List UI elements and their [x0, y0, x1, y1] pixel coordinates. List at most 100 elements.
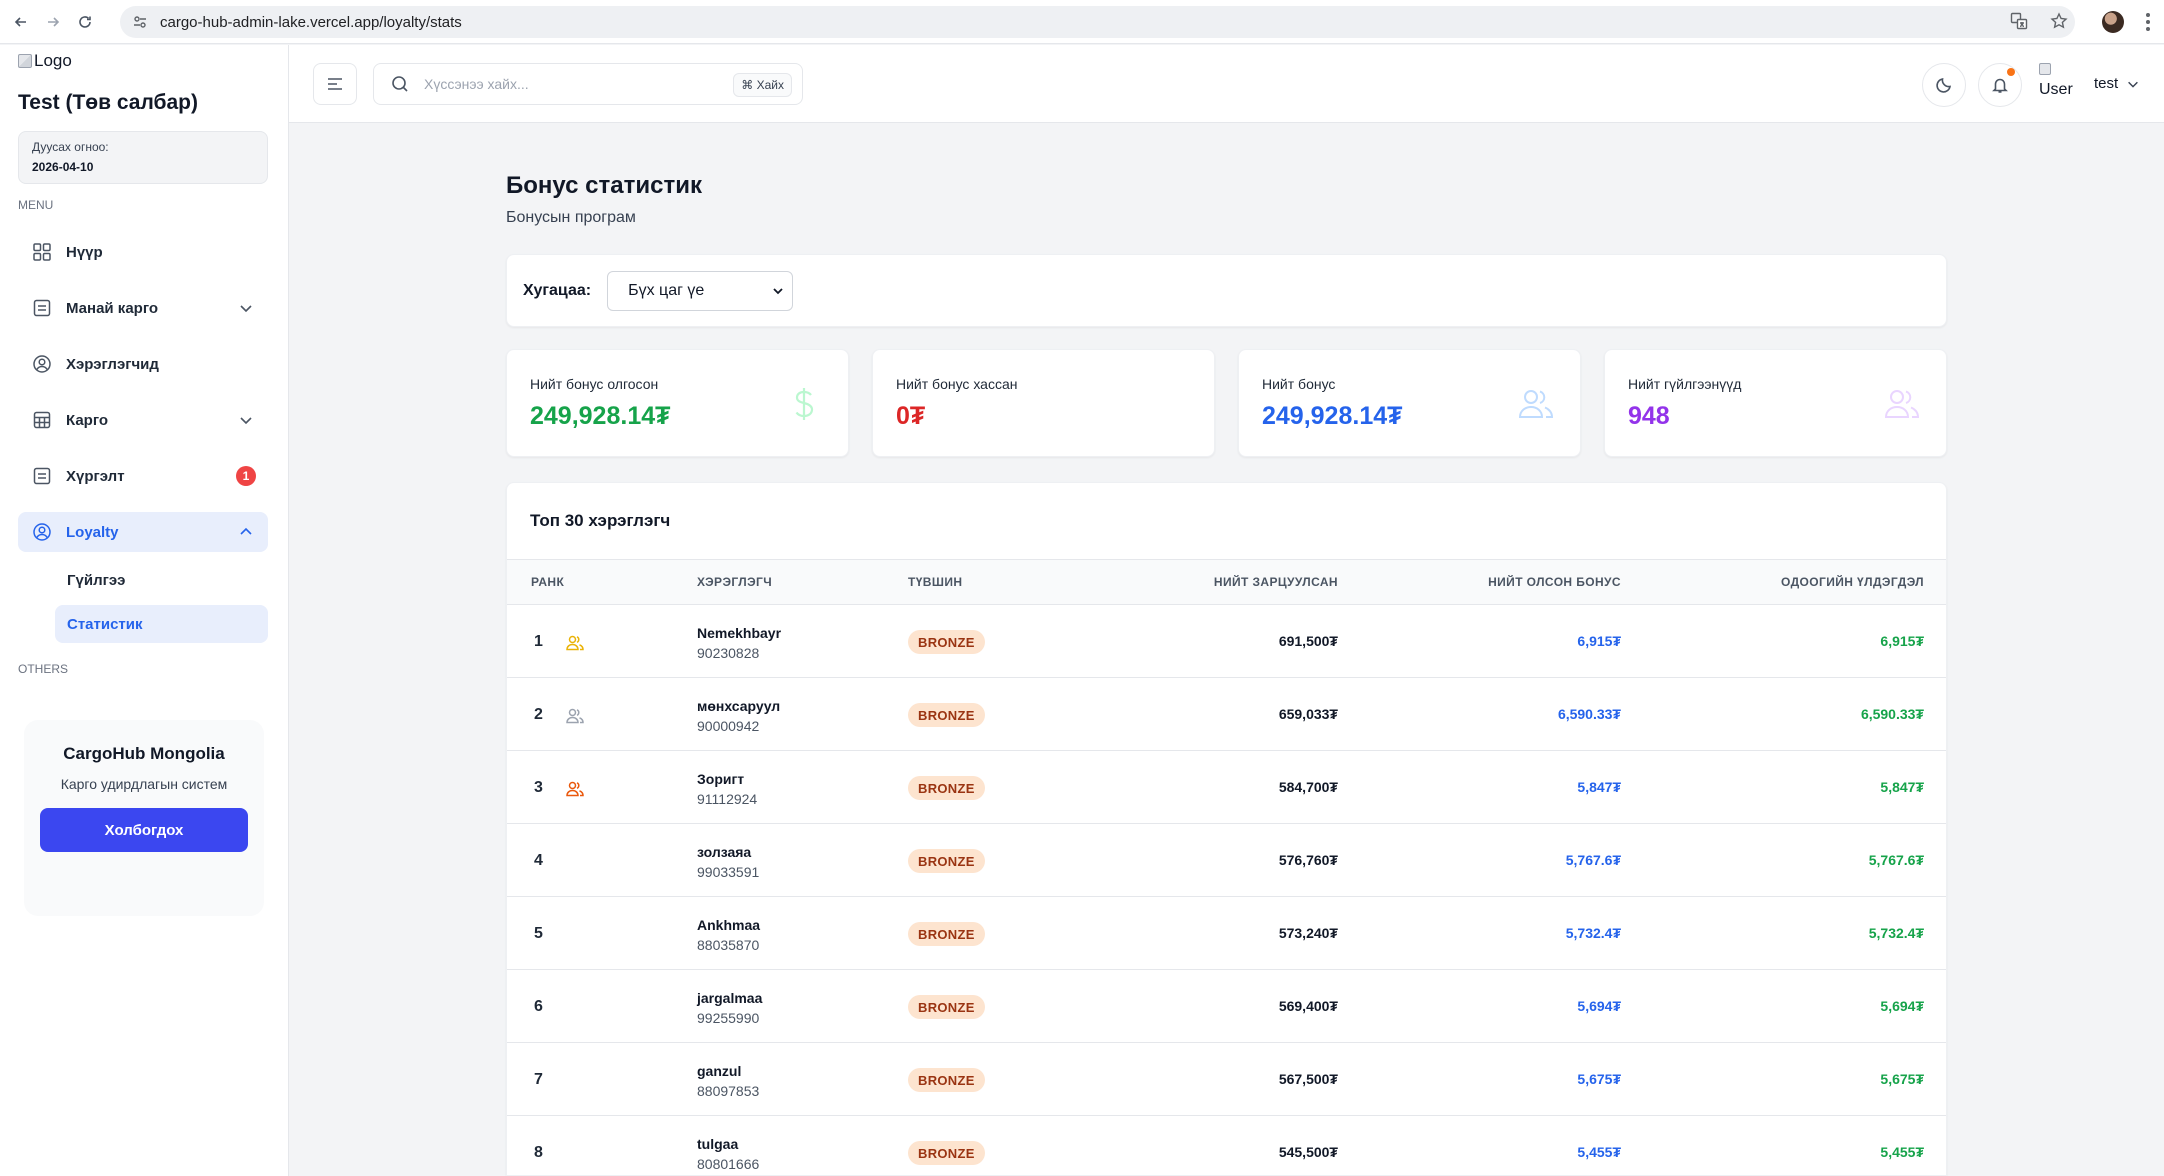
current-balance: 5,675₮ [1880, 1071, 1924, 1087]
tier-badge: BRONZE [908, 630, 985, 654]
rank-number: 2 [534, 706, 543, 723]
current-balance: 5,694₮ [1880, 998, 1924, 1014]
medal-users-icon [566, 708, 584, 724]
rank-number: 3 [534, 779, 543, 796]
stat-value: 249,928.14₮ [530, 402, 671, 430]
sidebar-toggle-button[interactable] [313, 63, 357, 105]
logo: Logo [18, 51, 72, 71]
table-row: 5 Ankhmaa 88035870 BRONZE 573,240₮ 5,732.4₮ 5,… [507, 897, 1946, 970]
others-section-label: OTHERS [18, 662, 69, 676]
rank-number: 1 [534, 633, 543, 650]
back-icon[interactable] [10, 11, 32, 33]
chevron-up-icon [240, 527, 252, 535]
sidebar-item-loyalty[interactable]: Loyalty [18, 512, 268, 552]
forward-icon[interactable] [42, 11, 64, 33]
sidebar-subitem-statistics[interactable]: Статистик [55, 605, 268, 643]
rank-number: 6 [534, 998, 543, 1015]
search-input[interactable] [424, 76, 724, 92]
address-bar[interactable]: cargo-hub-admin-lake.vercel.app/loyalty/… [120, 6, 2075, 38]
promo-title: CargoHub Mongolia [63, 744, 225, 763]
stat-value: 948 [1628, 402, 1670, 430]
total-spent: 691,500₮ [1278, 633, 1338, 649]
sidebar-item-delivery[interactable]: Хүргэлт 1 [18, 456, 268, 496]
user-cell: мөнхсаруул 90000942 [697, 698, 780, 734]
column-header-current-balance: ОДООГИЙН ҮЛДЭГДЭЛ [1781, 575, 1924, 589]
tier-badge: BRONZE [908, 1068, 985, 1092]
rank-number: 5 [534, 925, 543, 942]
sidebar-subitem-transactions[interactable]: Гүйлгээ [55, 561, 268, 599]
bookmark-star-icon[interactable] [2050, 12, 2068, 30]
user-name: золзаяа [697, 844, 752, 860]
stat-value: 249,928.14₮ [1262, 402, 1403, 430]
contact-button[interactable]: Холбогдох [40, 808, 248, 852]
sidebar-item-label: Нүүр [66, 243, 103, 261]
bell-icon [1992, 78, 2008, 93]
rank-number: 7 [534, 1071, 543, 1088]
total-spent: 567,500₮ [1278, 1071, 1338, 1087]
page-subtitle: Бонусын програм [506, 209, 636, 226]
sidebar-item-label: Карго [66, 411, 109, 429]
promo-subtitle: Карго удирдлагын систем [60, 776, 228, 792]
user-cell: Ankhmaa 88035870 [697, 917, 760, 953]
stat-label: Нийт бонус хассан [896, 376, 1018, 392]
stat-label: Нийт гүйлгээнүүд [1628, 376, 1742, 392]
period-select[interactable]: Бүх цаг үе [607, 270, 794, 311]
browser-menu-icon[interactable] [2146, 13, 2150, 31]
table-row: 1 Nemekhbayr 90230828 BRONZE 691,500₮ 6,915₮ 6… [507, 605, 1946, 678]
column-header-rank: РАНК [531, 575, 565, 589]
user-phone: 88097853 [697, 1083, 760, 1099]
chevron-down-icon [2128, 81, 2139, 88]
sidebar-item-our-cargo[interactable]: Манай карго [18, 288, 268, 328]
medal-users-icon [566, 635, 584, 651]
column-header-user: ХЭРЭГЛЭГЧ [697, 575, 773, 589]
translate-icon[interactable] [2010, 12, 2028, 30]
sidebar-item-label: Хэрэглэгчид [66, 355, 159, 373]
total-spent: 576,760₮ [1278, 852, 1338, 868]
user-cell: золзаяа 99033591 [697, 844, 759, 880]
browser-toolbar: cargo-hub-admin-lake.vercel.app/loyalty/… [0, 0, 2164, 44]
site-settings-icon[interactable] [132, 14, 148, 30]
total-spent: 545,500₮ [1278, 1144, 1338, 1160]
medal-users-icon [566, 781, 584, 797]
chevron-down-icon [240, 417, 252, 425]
notifications-button[interactable] [1978, 63, 2022, 107]
delivery-count-badge: 1 [236, 466, 256, 486]
table-row: 4 золзаяа 99033591 BRONZE 576,760₮ 5,767.6₮ 5,… [507, 824, 1946, 897]
sidebar-item-home[interactable]: Нүүр [18, 232, 268, 272]
dark-mode-toggle[interactable] [1922, 63, 1966, 107]
current-balance: 5,455₮ [1880, 1144, 1924, 1160]
tier-badge: BRONZE [908, 849, 985, 873]
user-phone: 91112924 [697, 791, 758, 807]
user-menu[interactable]: test [2094, 75, 2140, 92]
user-phone: 99033591 [697, 864, 760, 880]
user-phone: 90000942 [697, 718, 760, 734]
document-icon [33, 467, 51, 485]
rank-number: 8 [534, 1144, 543, 1161]
reload-icon[interactable] [74, 11, 96, 33]
total-earned-bonus: 6,590.33₮ [1557, 706, 1621, 722]
current-balance: 5,767.6₮ [1868, 852, 1924, 868]
user-circle-icon [33, 523, 51, 541]
sidebar-item-cargo[interactable]: Карго [18, 400, 268, 440]
table-row: 3 Зоригт 91112924 BRONZE 584,700₮ 5,847₮ 5,847… [507, 751, 1946, 824]
total-earned-bonus: 6,915₮ [1577, 633, 1621, 649]
page-title: Бонус статистик [506, 172, 702, 199]
column-header-total-earned: НИЙТ ОЛСОН БОНУС [1488, 575, 1621, 589]
stat-card-total-awarded: Нийт бонус олгосон 249,928.14₮ [506, 349, 849, 457]
current-balance: 6,915₮ [1880, 633, 1924, 649]
sidebar-item-label: Loyalty [66, 523, 119, 541]
stat-label: Нийт бонус олгосон [530, 376, 659, 392]
menu-section-label: MENU [18, 198, 54, 212]
sidebar-item-users[interactable]: Хэрэглэгчид [18, 344, 268, 384]
expiry-date: 2026-04-10 [32, 160, 94, 174]
total-spent: 584,700₮ [1278, 779, 1338, 795]
user-phone: 99255990 [697, 1010, 760, 1026]
user-cell: ganzul 88097853 [697, 1063, 759, 1099]
current-balance: 5,847₮ [1880, 779, 1924, 795]
user-cell: jargalmaa 99255990 [697, 990, 762, 1026]
user-avatar[interactable]: User [2039, 63, 2079, 99]
total-spent: 659,033₮ [1278, 706, 1338, 722]
browser-profile-avatar[interactable] [2102, 11, 2124, 33]
table-row: 6 jargalmaa 99255990 BRONZE 569,400₮ 5,694₮ 5,… [507, 970, 1946, 1043]
table-header: РАНК ХЭРЭГЛЭГЧ ТҮВШИН НИЙТ ЗАРЦУУЛСАН НИ… [507, 559, 1946, 605]
